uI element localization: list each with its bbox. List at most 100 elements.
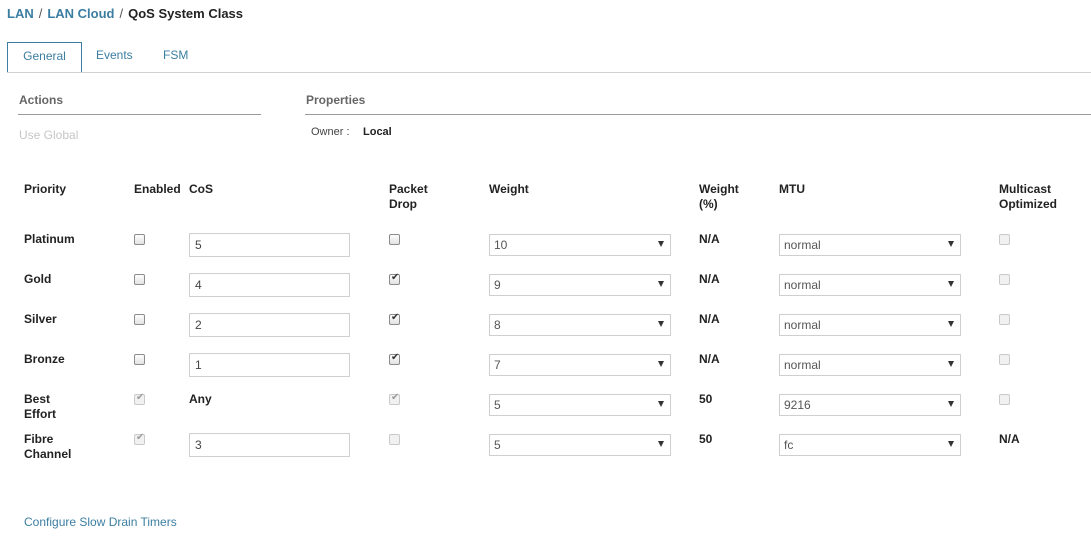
mtu-select-value: normal xyxy=(784,238,821,252)
weight-select[interactable]: 7 xyxy=(489,354,671,376)
mtu-select[interactable]: normal xyxy=(779,234,961,256)
multicast-optimized-checkbox xyxy=(999,394,1010,405)
owner-value: Local xyxy=(363,126,392,138)
multicast-optimized-checkbox xyxy=(999,234,1010,245)
breadcrumb-separator: / xyxy=(119,6,124,21)
multicast-optimized-checkbox xyxy=(999,274,1010,285)
weight-percent-value: N/A xyxy=(699,352,720,366)
packet-drop-checkbox xyxy=(389,434,400,445)
breadcrumb-item-lan[interactable]: LAN xyxy=(7,6,34,21)
priority-label-line: Gold xyxy=(24,272,52,286)
tab-divider xyxy=(7,72,1091,73)
cos-value: Any xyxy=(189,392,212,406)
weight-select-value: 5 xyxy=(494,398,501,412)
actions-divider xyxy=(18,114,261,115)
priority-label: Bronze xyxy=(24,352,65,367)
chevron-down-icon xyxy=(948,241,954,247)
weight-select-value: 9 xyxy=(494,278,501,292)
priority-label-line: Effort xyxy=(24,407,56,421)
chevron-down-icon xyxy=(948,401,954,407)
weight-select-value: 7 xyxy=(494,358,501,372)
weight-select[interactable]: 8 xyxy=(489,314,671,336)
priority-label: Silver xyxy=(24,312,57,327)
chevron-down-icon xyxy=(658,361,664,367)
chevron-down-icon xyxy=(948,361,954,367)
weight-percent-value: N/A xyxy=(699,312,720,326)
header-packet-drop-line: Drop xyxy=(389,197,417,211)
weight-percent-value: N/A xyxy=(699,272,720,286)
actions-title: Actions xyxy=(19,93,64,107)
use-global-link[interactable]: Use Global xyxy=(19,128,78,142)
breadcrumb-current: QoS System Class xyxy=(128,6,244,21)
weight-select-value: 10 xyxy=(494,238,508,252)
header-packet-drop: Packet Drop xyxy=(389,182,428,212)
mtu-select-value: 9216 xyxy=(784,398,811,412)
mtu-select[interactable]: 9216 xyxy=(779,394,961,416)
header-priority: Priority xyxy=(24,182,67,196)
mtu-select[interactable]: normal xyxy=(779,274,961,296)
priority-label-line: Channel xyxy=(24,447,72,461)
header-packet-drop-line: Packet xyxy=(389,182,428,196)
priority-label-line: Bronze xyxy=(24,352,65,366)
chevron-down-icon xyxy=(658,281,664,287)
chevron-down-icon xyxy=(948,321,954,327)
priority-label: Platinum xyxy=(24,232,75,247)
configure-slow-drain-timers-link[interactable]: Configure Slow Drain Timers xyxy=(24,515,177,529)
priority-label-line: Best xyxy=(24,392,51,406)
breadcrumb-item-lan-cloud[interactable]: LAN Cloud xyxy=(47,6,114,21)
priority-label: Fibre Channel xyxy=(24,432,71,462)
header-weight-percent-line: Weight xyxy=(699,182,739,196)
enabled-checkbox[interactable] xyxy=(134,354,145,365)
mtu-select[interactable]: normal xyxy=(779,354,961,376)
packet-drop-checkbox[interactable] xyxy=(389,272,400,285)
chevron-down-icon xyxy=(658,241,664,247)
enabled-checkbox[interactable] xyxy=(134,234,145,245)
chevron-down-icon xyxy=(948,441,954,447)
tab-events[interactable]: Events xyxy=(96,42,133,71)
multicast-optimized-checkbox xyxy=(999,314,1010,325)
priority-label: Best Effort xyxy=(24,392,56,422)
weight-select[interactable]: 5 xyxy=(489,394,671,416)
tab-general[interactable]: General xyxy=(7,42,82,73)
packet-drop-checkbox[interactable] xyxy=(389,352,400,365)
weight-percent-value: N/A xyxy=(699,232,720,246)
packet-drop-checkbox xyxy=(389,392,400,405)
priority-label-line: Fibre xyxy=(24,432,54,446)
weight-select[interactable]: 10 xyxy=(489,234,671,256)
priority-label-line: Platinum xyxy=(24,232,75,246)
enabled-checkbox[interactable] xyxy=(134,274,145,285)
cos-input[interactable]: 4 xyxy=(189,273,350,297)
cos-input[interactable]: 5 xyxy=(189,233,350,257)
header-enabled: Enabled xyxy=(134,182,181,196)
header-multicast-optimized: Multicast Optimized xyxy=(999,182,1057,212)
mtu-select[interactable]: fc xyxy=(779,434,961,456)
mtu-select-value: normal xyxy=(784,358,821,372)
cos-input[interactable]: 1 xyxy=(189,353,350,377)
breadcrumb-separator: / xyxy=(38,6,43,21)
weight-select[interactable]: 9 xyxy=(489,274,671,296)
breadcrumb: LAN / LAN Cloud / QoS System Class xyxy=(7,6,243,21)
properties-divider xyxy=(305,114,1091,115)
tab-fsm[interactable]: FSM xyxy=(163,42,188,71)
weight-select-value: 8 xyxy=(494,318,501,332)
weight-select-value: 5 xyxy=(494,438,501,452)
cos-input[interactable]: 3 xyxy=(189,433,350,457)
header-weight-percent-line: (%) xyxy=(699,197,718,211)
packet-drop-checkbox[interactable] xyxy=(389,312,400,325)
mtu-select[interactable]: normal xyxy=(779,314,961,336)
cos-input[interactable]: 2 xyxy=(189,313,350,337)
chevron-down-icon xyxy=(658,441,664,447)
header-cos: CoS xyxy=(189,182,213,196)
header-multicast-line: Multicast xyxy=(999,182,1052,196)
weight-select[interactable]: 5 xyxy=(489,434,671,456)
enabled-checkbox[interactable] xyxy=(134,314,145,325)
chevron-down-icon xyxy=(658,401,664,407)
properties-title: Properties xyxy=(306,93,366,107)
chevron-down-icon xyxy=(658,321,664,327)
priority-label: Gold xyxy=(24,272,51,287)
multicast-optimized-checkbox xyxy=(999,354,1010,365)
multicast-optimized-value: N/A xyxy=(999,432,1020,446)
chevron-down-icon xyxy=(948,281,954,287)
packet-drop-checkbox[interactable] xyxy=(389,234,400,245)
priority-label-line: Silver xyxy=(24,312,57,326)
